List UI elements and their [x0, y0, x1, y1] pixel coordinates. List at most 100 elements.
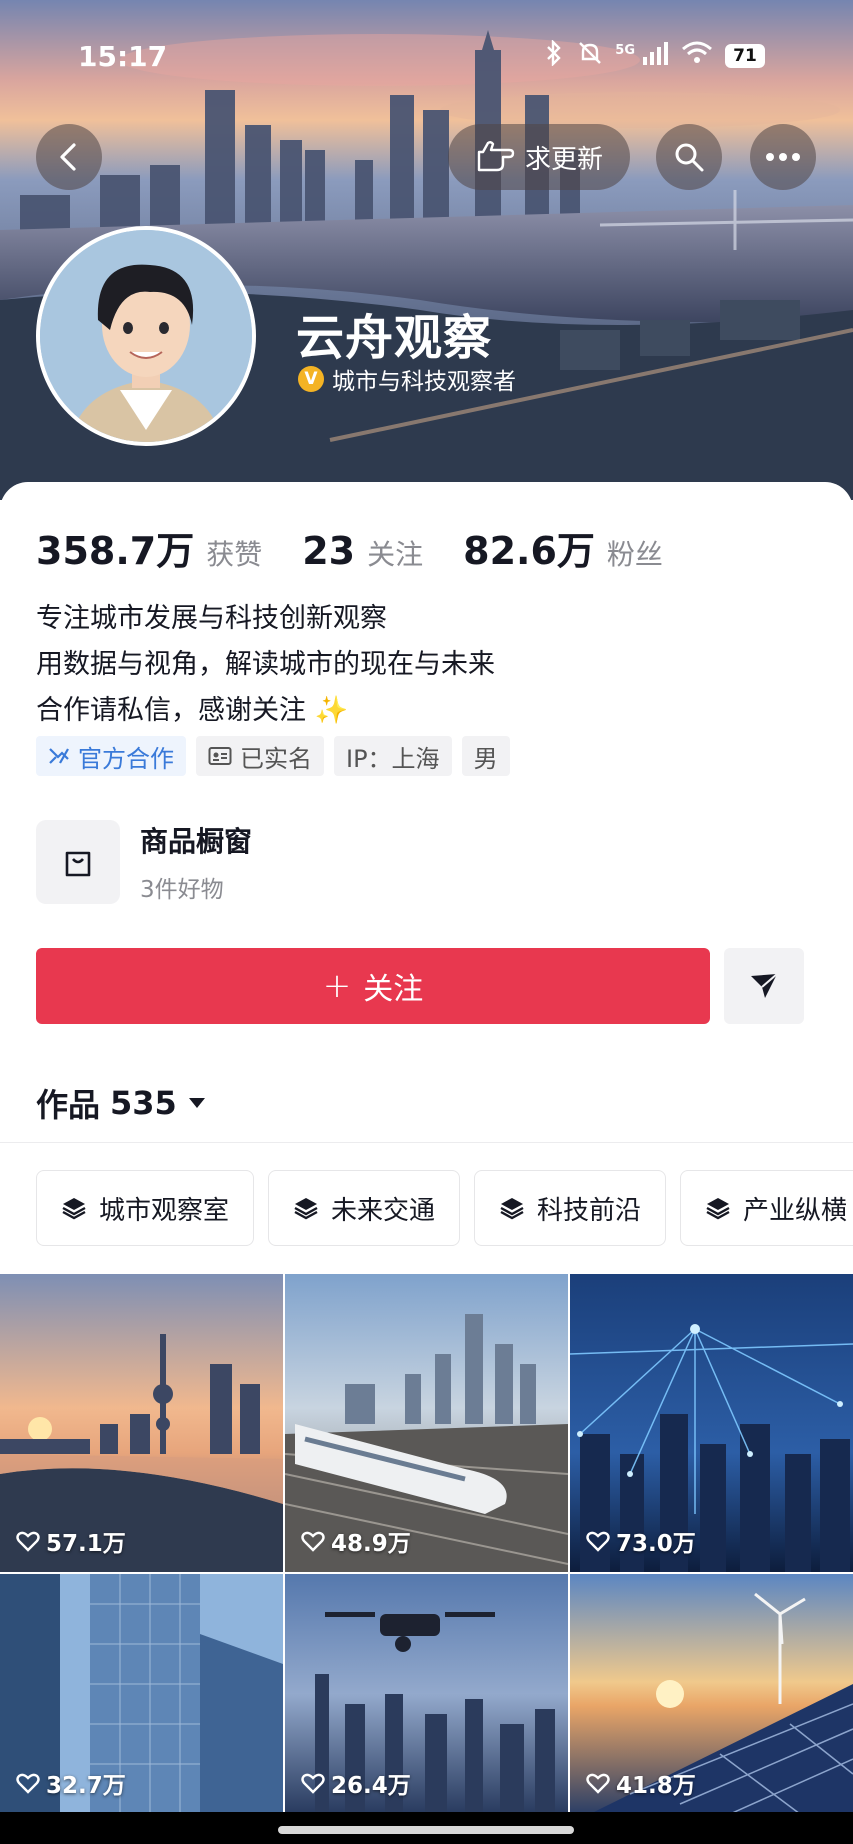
product-showcase-entry[interactable]: 商品橱窗 3件好物	[36, 820, 252, 904]
caret-down-icon	[188, 1098, 205, 1108]
following-count[interactable]: 23	[302, 529, 355, 573]
tag-real-name: 已实名	[196, 736, 324, 776]
tag-ip-location: IP：上海	[334, 736, 452, 776]
followers-label[interactable]: 粉丝	[607, 533, 663, 573]
likes-count: 358.7万	[36, 529, 195, 573]
follow-label: 关注	[363, 972, 424, 1007]
collections-row: 城市观察室 未来交通 科技前沿 产业纵横	[36, 1170, 853, 1246]
video-grid: 57.1万 48.9万 73.0万 32.7万 26.4万 41.8万	[0, 1274, 853, 1814]
heart-icon	[16, 1773, 40, 1794]
cooperation-icon	[49, 748, 69, 764]
battery-level: 71	[725, 44, 765, 68]
more-dots-icon	[766, 153, 800, 161]
collection-label: 城市观察室	[99, 1195, 230, 1226]
section-divider	[0, 1142, 853, 1143]
heart-icon	[16, 1531, 40, 1552]
search-icon	[675, 143, 704, 172]
video-likes-count: 26.4万	[331, 1773, 411, 1799]
back-button[interactable]	[36, 124, 102, 190]
showcase-title: 商品橱窗	[140, 825, 253, 858]
video-likes-count: 32.7万	[46, 1773, 126, 1799]
verified-title-text: 城市与科技观察者	[332, 369, 516, 395]
collection-label: 科技前沿	[537, 1195, 642, 1226]
video-thumbnail[interactable]: 32.7万	[0, 1574, 283, 1814]
verified-title: V 城市与科技观察者	[298, 362, 516, 396]
avatar[interactable]	[36, 226, 256, 446]
heart-icon	[586, 1773, 610, 1794]
tag-label: 男	[473, 744, 498, 773]
request-update-label: 求更新	[524, 144, 603, 175]
video-likes-count: 73.0万	[616, 1531, 696, 1557]
search-button[interactable]	[656, 124, 722, 190]
video-likes: 48.9万	[301, 1524, 411, 1558]
video-thumbnail[interactable]: 41.8万	[570, 1574, 853, 1814]
tag-gender: 男	[461, 736, 510, 776]
bio-line: 合作请私信，感谢关注 ✨	[36, 695, 349, 726]
video-likes-count: 41.8万	[616, 1773, 696, 1799]
status-bar: 15:17 5G 71	[0, 0, 853, 110]
heart-icon	[301, 1531, 325, 1552]
layers-icon	[62, 1198, 86, 1220]
profile-stats: 358.7万 获赞 23 关注 82.6万 粉丝	[36, 520, 703, 575]
id-card-icon	[208, 747, 232, 765]
pointing-hand-icon	[477, 141, 515, 172]
showcase-subtitle: 3件好物	[140, 877, 224, 903]
tag-label: 官方合作	[78, 744, 174, 773]
profile-tags: 官方合作 已实名 IP：上海 男	[36, 736, 510, 776]
video-likes: 32.7万	[16, 1766, 126, 1800]
collection-city-observation[interactable]: 城市观察室	[36, 1170, 255, 1246]
layers-icon	[500, 1198, 524, 1220]
network-type: 5G	[615, 42, 635, 58]
following-label[interactable]: 关注	[367, 533, 423, 573]
wifi-icon	[681, 41, 713, 71]
profile-banner: 15:17 5G 71 求更新 云舟观察 V 城市与科技观察者	[0, 0, 853, 500]
video-likes: 41.8万	[586, 1766, 696, 1800]
likes-label: 获赞	[206, 538, 263, 571]
video-likes: 73.0万	[586, 1524, 696, 1558]
video-likes-count: 48.9万	[331, 1531, 411, 1557]
video-thumbnail[interactable]: 57.1万	[0, 1274, 283, 1572]
works-tab[interactable]: 作品 535	[36, 1080, 207, 1126]
tag-label: IP：上海	[346, 744, 440, 773]
heart-icon	[586, 1531, 610, 1552]
status-time: 15:17	[78, 40, 168, 73]
bio-line: 专注城市发展与科技创新观察	[36, 603, 387, 634]
video-thumbnail[interactable]: 73.0万	[570, 1274, 853, 1572]
mute-bell-icon	[577, 40, 603, 72]
request-update-button[interactable]: 求更新	[448, 124, 630, 190]
avatar-illustration	[40, 230, 252, 442]
bluetooth-icon	[543, 39, 565, 72]
home-indicator[interactable]	[278, 1826, 574, 1834]
shopping-bag-icon	[36, 820, 120, 904]
followers-count[interactable]: 82.6万	[463, 520, 595, 575]
collection-industry[interactable]: 产业纵横	[680, 1170, 853, 1246]
heart-icon	[301, 1773, 325, 1794]
video-likes: 57.1万	[16, 1524, 126, 1558]
works-label: 作品	[36, 1086, 101, 1124]
works-count: 535	[110, 1084, 177, 1122]
cell-signal-icon	[641, 41, 669, 71]
chevron-left-icon	[60, 143, 76, 171]
collection-tech-frontier[interactable]: 科技前沿	[474, 1170, 667, 1246]
status-icons: 5G 71	[543, 39, 765, 72]
layers-icon	[706, 1198, 730, 1220]
video-likes: 26.4万	[301, 1766, 411, 1800]
collection-label: 产业纵横	[743, 1195, 848, 1226]
collection-label: 未来交通	[331, 1195, 436, 1226]
video-thumbnail[interactable]: 48.9万	[285, 1274, 568, 1572]
tag-label: 已实名	[240, 744, 312, 773]
layers-icon	[294, 1198, 318, 1220]
collection-future-transport[interactable]: 未来交通	[268, 1170, 461, 1246]
follow-button[interactable]: + 关注	[36, 948, 710, 1024]
video-likes-count: 57.1万	[46, 1531, 126, 1557]
more-options-button[interactable]	[750, 124, 816, 190]
video-thumbnail[interactable]: 26.4万	[285, 1574, 568, 1814]
profile-bio: 专注城市发展与科技创新观察 用数据与视角，解读城市的现在与未来 合作请私信，感谢…	[36, 596, 495, 734]
send-message-button[interactable]	[724, 948, 804, 1024]
bio-line: 用数据与视角，解读城市的现在与未来	[36, 649, 495, 680]
tag-official-cooperation[interactable]: 官方合作	[36, 736, 186, 776]
verified-badge-icon: V	[298, 366, 324, 392]
paper-plane-icon	[751, 973, 778, 998]
profile-name: 云舟观察	[296, 310, 493, 366]
plus-icon: +	[322, 966, 352, 1006]
